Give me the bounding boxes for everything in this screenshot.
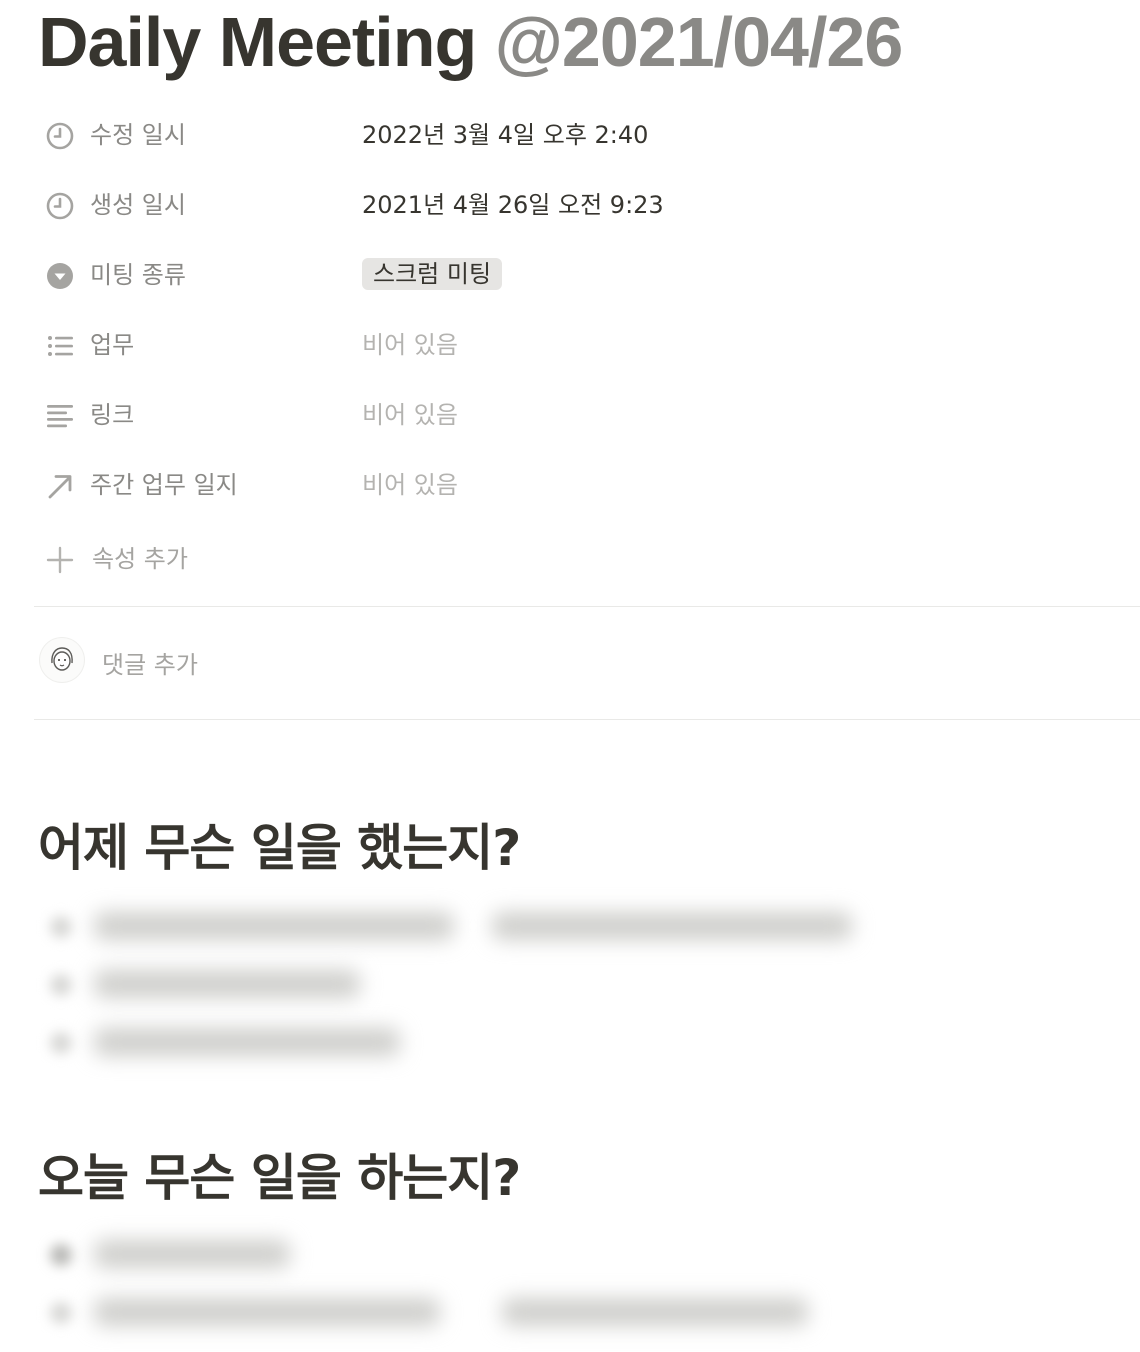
property-value-empty: 비어 있음 [362, 331, 458, 359]
blurred-list-item [42, 1292, 832, 1332]
property-label: 주간 업무 일지 [90, 471, 238, 499]
property-row-last-edited[interactable]: 수정 일시 2022년 3월 4일 오후 2:40 [44, 114, 1134, 154]
meeting-type-tag[interactable]: 스크럼 미팅 [362, 258, 503, 290]
divider [34, 606, 1140, 607]
redacted-text [94, 1028, 400, 1056]
page-title[interactable]: Daily Meeting @2021/04/26 [38, 0, 904, 84]
checkbox-icon [50, 1244, 72, 1266]
redacted-text [492, 912, 852, 940]
avatar [40, 638, 84, 682]
property-row-created[interactable]: 생성 일시 2021년 4월 26일 오전 9:23 [44, 184, 1134, 224]
clock-icon [44, 190, 76, 222]
redacted-text [94, 1298, 440, 1326]
property-label: 링크 [90, 401, 135, 429]
section-heading[interactable]: 어제 무슨 일을 했는지? [38, 816, 521, 880]
blurred-list-item [42, 964, 382, 1004]
property-value: 2022년 3월 4일 오후 2:40 [362, 121, 649, 149]
property-row-weekly-log[interactable]: 주간 업무 일지 비어 있음 [44, 464, 1134, 504]
section-heading[interactable]: 오늘 무슨 일을 하는지? [38, 1146, 521, 1210]
redacted-text [94, 1240, 290, 1268]
date-mention[interactable]: @2021/04/26 [495, 3, 904, 81]
clock-icon [44, 120, 76, 152]
notion-page: Daily Meeting @2021/04/26 수정 일시 2022년 3월… [0, 0, 1140, 1352]
property-row-meeting-type[interactable]: 미팅 종류 스크럼 미팅 [44, 254, 1134, 294]
redacted-text [94, 912, 454, 940]
divider [34, 719, 1140, 720]
property-label: 생성 일시 [90, 191, 186, 219]
plus-icon [44, 544, 76, 576]
bullet-icon [50, 1032, 72, 1054]
bullet-icon [50, 916, 72, 938]
blurred-list-item [42, 1234, 322, 1274]
select-icon [44, 260, 76, 292]
add-property-button[interactable]: 속성 추가 [44, 538, 444, 582]
checkbox-icon [50, 1302, 72, 1324]
comment-input[interactable]: 댓글 추가 [40, 636, 740, 696]
redacted-text [502, 1298, 808, 1326]
text-icon [44, 400, 76, 432]
page-title-text: Daily Meeting [38, 3, 477, 81]
property-label: 업무 [90, 331, 135, 359]
property-value-empty: 비어 있음 [362, 401, 458, 429]
property-value: 2021년 4월 26일 오전 9:23 [362, 191, 664, 219]
bullet-icon [50, 974, 72, 996]
blurred-list-item [42, 1022, 422, 1062]
add-property-label: 속성 추가 [92, 545, 188, 573]
property-label: 수정 일시 [90, 121, 186, 149]
blurred-list-item [42, 906, 862, 946]
comment-placeholder: 댓글 추가 [102, 651, 198, 679]
property-value-empty: 비어 있음 [362, 471, 458, 499]
property-row-tasks[interactable]: 업무 비어 있음 [44, 324, 1134, 364]
relation-arrow-icon [44, 470, 76, 502]
redacted-text [94, 970, 360, 998]
property-row-link[interactable]: 링크 비어 있음 [44, 394, 1134, 434]
property-label: 미팅 종류 [90, 261, 186, 289]
list-icon [44, 330, 76, 362]
